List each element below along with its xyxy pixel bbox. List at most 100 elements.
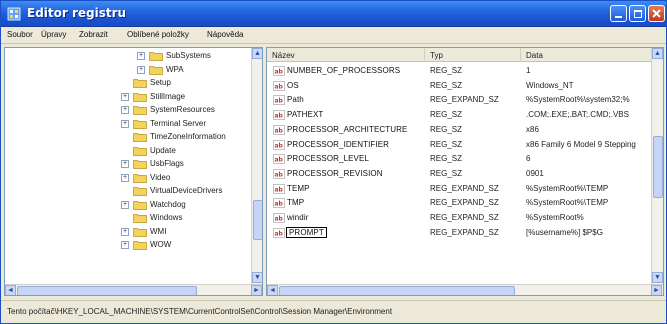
string-value-icon: ab — [273, 124, 285, 135]
value-name: TEMP — [287, 183, 310, 193]
folder-icon — [133, 160, 147, 169]
close-button[interactable] — [648, 5, 665, 22]
tree-item-label: VirtualDeviceDrivers — [150, 186, 223, 195]
tree-horizontal-scrollbar[interactable]: ◄ ► — [5, 284, 262, 295]
status-path-text: Tento počítač\HKEY_LOCAL_MACHINE\SYSTEM\… — [7, 307, 393, 316]
tree-vertical-scrollbar[interactable]: ▲ ▼ — [251, 48, 262, 284]
list-hscroll-thumb[interactable] — [279, 286, 515, 295]
tree-item-label: StillImage — [150, 91, 186, 101]
title-bar[interactable]: Editor registru — [1, 1, 666, 27]
menu-favorites[interactable]: Oblíbené položky — [127, 30, 189, 39]
value-name: PATHEXT — [287, 110, 324, 120]
tree-item-label: Watchdog — [150, 199, 186, 209]
svg-text:ab: ab — [275, 142, 284, 149]
expand-icon[interactable]: + — [121, 241, 129, 249]
string-value-icon: ab — [273, 198, 285, 209]
value-data: %SystemRoot%\TEMP — [526, 198, 609, 208]
svg-text:ab: ab — [275, 127, 284, 134]
expand-icon[interactable]: + — [137, 52, 145, 60]
tree-hscroll-thumb[interactable] — [17, 286, 197, 295]
expand-icon[interactable]: + — [121, 173, 129, 182]
value-row[interactable]: ab TEMP REG_EXPAND_SZ %SystemRoot%\TEMP — [267, 182, 651, 195]
list-vertical-scrollbar[interactable]: ▲ ▼ — [651, 48, 663, 284]
value-type: REG_SZ — [430, 80, 463, 90]
value-row[interactable]: ab PROCESSOR_ARCHITECTURE REG_SZ x86 — [267, 123, 651, 136]
values-list-pane[interactable]: Název Typ Data ab NUMBER_OF_PROCESSORS REG… — [266, 47, 664, 296]
value-name: TMP — [287, 198, 305, 208]
value-data: 1 — [526, 66, 531, 75]
scroll-up-icon[interactable]: ▲ — [652, 48, 663, 59]
svg-text:ab: ab — [275, 98, 284, 105]
scroll-left-icon[interactable]: ◄ — [267, 285, 278, 295]
folder-icon — [149, 52, 163, 61]
expand-icon[interactable]: + — [121, 119, 129, 128]
folder-icon — [133, 133, 147, 142]
value-row[interactable]: ab OS REG_SZ Windows_NT — [267, 79, 651, 92]
list-horizontal-scrollbar[interactable]: ◄ ► — [267, 284, 663, 295]
value-row[interactable]: ab PROCESSOR_LEVEL REG_SZ 6 — [267, 152, 651, 165]
value-row[interactable]: ab Path REG_EXPAND_SZ %SystemRoot%\system32… — [267, 93, 651, 106]
value-data: %SystemRoot% — [526, 213, 584, 222]
column-data-header[interactable]: Data — [521, 48, 651, 62]
expand-icon[interactable]: + — [121, 92, 129, 101]
menu-file[interactable]: Soubor — [7, 30, 33, 39]
expand-icon[interactable]: + — [137, 65, 145, 74]
value-name: PROMPT — [286, 226, 327, 238]
value-type: REG_EXPAND_SZ — [430, 95, 499, 105]
scroll-down-icon[interactable]: ▼ — [652, 272, 663, 283]
value-name: PROCESSOR_LEVEL — [287, 154, 369, 164]
expand-icon[interactable]: + — [121, 200, 129, 209]
value-row[interactable]: ab windir REG_EXPAND_SZ %SystemRoot% — [267, 211, 651, 224]
value-row[interactable]: ab NUMBER_OF_PROCESSORS REG_SZ 1 — [267, 64, 651, 77]
menu-edit[interactable]: Úpravy — [41, 30, 66, 39]
expand-icon[interactable]: + — [121, 160, 129, 168]
tree-item-label: WPA — [166, 64, 184, 74]
string-value-icon: ab — [273, 80, 285, 91]
string-value-icon: ab — [273, 95, 285, 106]
minimize-button[interactable] — [610, 5, 627, 22]
value-type: REG_SZ — [430, 124, 463, 134]
expand-icon[interactable]: + — [121, 106, 129, 114]
status-bar: Tento počítač\HKEY_LOCAL_MACHINE\SYSTEM\… — [1, 300, 666, 323]
list-scroll-thumb[interactable] — [653, 136, 663, 198]
tree-scroll-thumb[interactable] — [253, 200, 262, 240]
string-value-icon: ab — [273, 213, 285, 223]
scroll-right-icon[interactable]: ► — [251, 285, 262, 295]
svg-text:ab: ab — [275, 230, 284, 237]
value-type: REG_EXPAND_SZ — [430, 198, 499, 208]
registry-editor-window: Editor registru Soubor Úpravy Zobrazit O… — [0, 0, 667, 324]
value-row[interactable]: ab PROCESSOR_IDENTIFIER REG_SZ x86 Family 6… — [267, 138, 651, 151]
menu-help[interactable]: Nápověda — [207, 30, 243, 39]
maximize-button[interactable] — [629, 5, 646, 22]
value-row[interactable]: ab PROCESSOR_REVISION REG_SZ 0901 — [267, 167, 651, 180]
string-value-icon: ab — [273, 154, 285, 164]
key-tree-pane[interactable]: + SubSystems + WPA Setup + StillImage + SystemRe… — [4, 47, 263, 296]
svg-text:ab: ab — [275, 186, 284, 193]
scroll-left-icon[interactable]: ◄ — [5, 285, 16, 295]
folder-icon — [133, 187, 147, 196]
value-row[interactable]: ab TMP REG_EXPAND_SZ %SystemRoot%\TEMP — [267, 196, 651, 209]
value-row[interactable]: ab PROMPT REG_EXPAND_SZ [%username%] $P$G — [267, 226, 651, 239]
scroll-up-icon[interactable]: ▲ — [252, 48, 262, 59]
value-name: Path — [287, 95, 304, 105]
svg-text:ab: ab — [275, 69, 284, 76]
svg-text:ab: ab — [275, 216, 284, 223]
scroll-right-icon[interactable]: ► — [651, 285, 662, 295]
folder-icon — [133, 119, 147, 129]
scroll-down-icon[interactable]: ▼ — [252, 272, 262, 283]
string-value-icon: ab — [273, 139, 285, 150]
column-name-header[interactable]: Název — [267, 48, 425, 62]
value-type: REG_EXPAND_SZ — [430, 183, 499, 193]
folder-icon — [133, 241, 147, 250]
value-row[interactable]: ab PATHEXT REG_SZ .COM;.EXE;.BAT;.CMD;.VBS — [267, 108, 651, 121]
column-type-header[interactable]: Typ — [425, 48, 521, 62]
tree-item-label: SystemResources — [150, 105, 215, 114]
folder-icon — [133, 173, 147, 183]
svg-text:ab: ab — [275, 83, 284, 90]
value-name: PROCESSOR_IDENTIFIER — [287, 139, 390, 149]
string-value-icon: ab — [273, 110, 285, 120]
expand-icon[interactable]: + — [121, 227, 129, 236]
menu-view[interactable]: Zobrazit — [79, 30, 108, 39]
folder-icon — [133, 146, 147, 156]
value-name: windir — [287, 213, 309, 222]
